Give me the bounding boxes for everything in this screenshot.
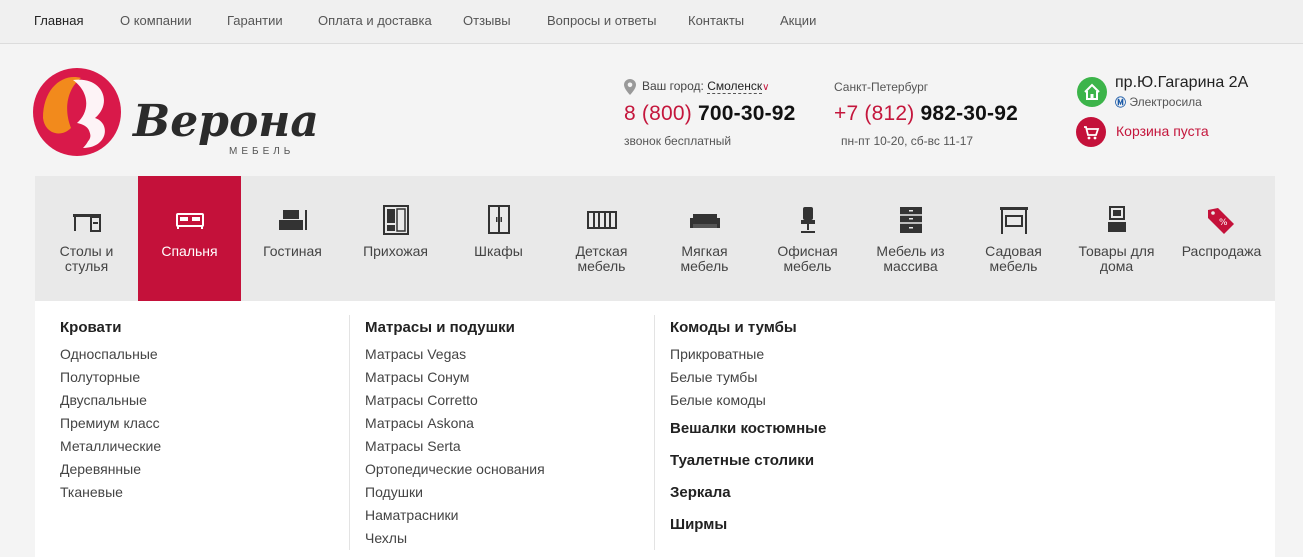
site-header: Верона МЕБЕЛЬ Ваш город: Смоленск∨ 8 (80… <box>0 45 1303 176</box>
svg-text:МЕБЕЛЬ: МЕБЕЛЬ <box>229 146 294 157</box>
spb-city-label: Санкт-Петербург <box>834 80 929 94</box>
garden-swing-icon <box>1000 207 1028 234</box>
logo-emblem-icon: Верона МЕБЕЛЬ <box>33 68 319 157</box>
bed-icon <box>176 213 204 229</box>
category-garden[interactable]: Садовая мебель <box>962 176 1065 301</box>
sale-tag-icon: % <box>1208 208 1234 234</box>
nav-link-reviews[interactable]: Отзывы <box>463 13 511 28</box>
submenu-link[interactable]: Односпальные <box>60 346 158 362</box>
category-office[interactable]: Офисная мебель <box>756 176 859 301</box>
submenu-heading-mattresses[interactable]: Матрасы и подушки <box>365 319 515 336</box>
category-living-room[interactable]: Гостиная <box>241 176 344 301</box>
submenu-link[interactable]: Белые комоды <box>670 392 766 408</box>
submenu-link[interactable]: Белые тумбы <box>670 369 757 385</box>
cart-icon[interactable] <box>1076 117 1106 147</box>
category-tables-chairs[interactable]: Столы и стулья <box>35 176 138 301</box>
category-wardrobes[interactable]: Шкафы <box>447 176 550 301</box>
metro-icon: Ⓜ <box>1115 97 1126 109</box>
site-logo[interactable]: Верона МЕБЕЛЬ <box>33 68 333 160</box>
submenu-link[interactable]: Полуторные <box>60 369 140 385</box>
nav-link-contacts[interactable]: Контакты <box>688 13 744 28</box>
tv-stand-icon <box>279 210 307 230</box>
submenu-heading-suit-hangers[interactable]: Вешалки костюмные <box>670 420 826 437</box>
svg-text:%: % <box>1219 218 1228 228</box>
phone-spb[interactable]: +7 (812) 982-30-92 <box>834 102 1018 126</box>
office-chair-icon <box>801 207 815 233</box>
phone-free-note: звонок бесплатный <box>624 134 732 148</box>
submenu-link[interactable]: Наматрасники <box>365 507 458 523</box>
submenu-link[interactable]: Тканевые <box>60 484 123 500</box>
hallway-icon <box>383 205 409 235</box>
category-menu: Столы и стулья Спальня Гостиная Прихожая … <box>35 176 1275 301</box>
submenu-divider <box>654 315 655 550</box>
submenu-link[interactable]: Двуспальные <box>60 392 147 408</box>
submenu-divider <box>349 315 350 550</box>
home-goods-icon <box>1108 206 1126 232</box>
svg-text:Верона: Верона <box>131 96 319 147</box>
nav-link-guarantees[interactable]: Гарантии <box>227 13 283 28</box>
chevron-down-icon[interactable]: ∨ <box>762 82 769 93</box>
wardrobe-icon <box>488 205 510 234</box>
submenu-heading-screens[interactable]: Ширмы <box>670 516 727 533</box>
category-bedroom[interactable]: Спальня <box>138 176 241 301</box>
crib-icon <box>587 211 617 229</box>
nav-link-home[interactable]: Главная <box>34 13 83 28</box>
working-hours: пн-пт 10-20, сб-вс 11-17 <box>841 134 974 148</box>
submenu-heading-dressing-tables[interactable]: Туалетные столики <box>670 452 814 469</box>
cart-status[interactable]: Корзина пуста <box>1116 123 1209 139</box>
nav-link-faq[interactable]: Вопросы и ответы <box>547 13 656 28</box>
submenu-link[interactable]: Матрасы Vegas <box>365 346 466 362</box>
city-value[interactable]: Смоленск <box>707 79 763 94</box>
nav-link-promotions[interactable]: Акции <box>780 13 816 28</box>
submenu-link[interactable]: Деревянные <box>60 461 141 477</box>
location-pin-icon <box>624 79 636 95</box>
sofa-icon <box>690 214 720 228</box>
home-icon <box>1077 77 1107 107</box>
city-label: Ваш город: <box>642 79 704 93</box>
submenu-heading-dressers[interactable]: Комоды и тумбы <box>670 319 797 336</box>
submenu-link[interactable]: Матрасы Сонум <box>365 369 469 385</box>
category-solid-wood[interactable]: Мебель из массива <box>859 176 962 301</box>
nav-link-about[interactable]: О компании <box>120 13 192 28</box>
submenu-link[interactable]: Премиум класс <box>60 415 160 431</box>
nav-link-payment-delivery[interactable]: Оплата и доставка <box>318 13 432 28</box>
category-home-goods[interactable]: Товары для дома <box>1065 176 1168 301</box>
submenu-heading-beds[interactable]: Кровати <box>60 319 121 336</box>
submenu-heading-mirrors[interactable]: Зеркала <box>670 484 731 501</box>
submenu-link[interactable]: Матрасы Serta <box>365 438 461 454</box>
dresser-icon <box>900 207 922 233</box>
table-icon <box>73 214 101 232</box>
city-selector[interactable]: Ваш город: Смоленск∨ <box>642 79 769 94</box>
submenu-link[interactable]: Матрасы Corretto <box>365 392 478 408</box>
category-upholstered[interactable]: Мягкая мебель <box>653 176 756 301</box>
submenu-link[interactable]: Матрасы Askona <box>365 415 474 431</box>
phone-free[interactable]: 8 (800) 700-30-92 <box>624 102 796 126</box>
submenu-link[interactable]: Ортопедические основания <box>365 461 545 477</box>
bedroom-submenu: Кровати Односпальные Полуторные Двуспаль… <box>35 301 1275 557</box>
category-kids[interactable]: Детская мебель <box>550 176 653 301</box>
top-navigation: Главная О компании Гарантии Оплата и дос… <box>0 0 1303 44</box>
metro-station: Ⓜ Электросила <box>1115 95 1202 109</box>
submenu-link[interactable]: Чехлы <box>365 530 407 546</box>
category-hallway[interactable]: Прихожая <box>344 176 447 301</box>
submenu-link[interactable]: Подушки <box>365 484 423 500</box>
submenu-link[interactable]: Прикроватные <box>670 346 764 362</box>
category-sale[interactable]: % Распродажа <box>1168 176 1275 301</box>
store-address: пр.Ю.Гагарина 2А <box>1115 74 1249 91</box>
submenu-link[interactable]: Металлические <box>60 438 161 454</box>
